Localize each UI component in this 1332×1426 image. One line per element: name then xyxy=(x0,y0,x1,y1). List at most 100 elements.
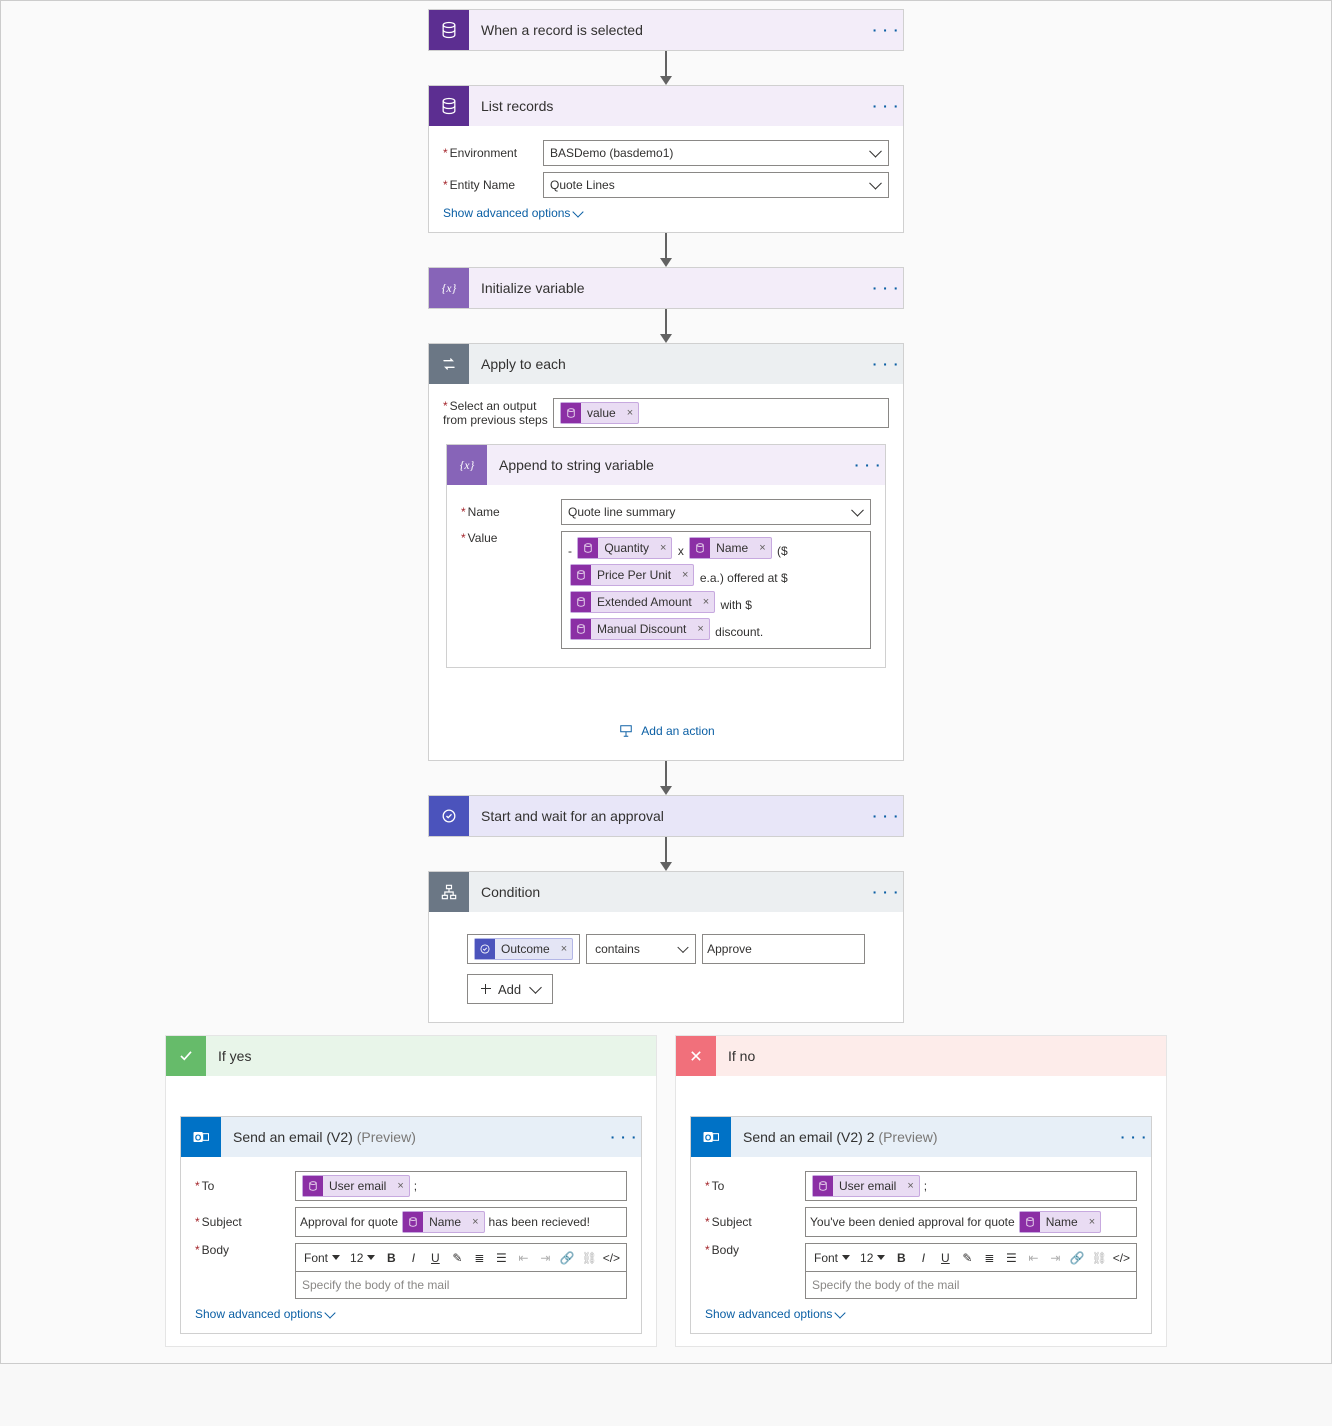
highlight-button[interactable]: ✎ xyxy=(957,1248,977,1268)
indent-button[interactable]: ⇥ xyxy=(535,1248,555,1268)
condition-left-input[interactable]: Outcome× xyxy=(467,934,580,964)
remove-chip-button[interactable]: × xyxy=(754,536,770,560)
link-button[interactable]: 🔗 xyxy=(1067,1248,1087,1268)
code-view-button[interactable]: </> xyxy=(1111,1248,1131,1268)
remove-chip-button[interactable]: × xyxy=(655,536,671,560)
bulleted-list-button[interactable]: ☰ xyxy=(491,1248,511,1268)
select-output-input[interactable]: value × xyxy=(553,398,889,428)
unlink-button[interactable]: ⛓ xyxy=(579,1248,599,1268)
send-email-no-menu-button[interactable]: · · · xyxy=(1117,1129,1151,1145)
append-name-select[interactable]: Quote line summary xyxy=(561,499,871,525)
code-view-button[interactable]: </> xyxy=(601,1248,621,1268)
bulleted-list-button[interactable]: ☰ xyxy=(1001,1248,1021,1268)
to-label: To xyxy=(705,1179,805,1193)
remove-chip-button[interactable]: × xyxy=(392,1180,408,1192)
outcome-token-chip[interactable]: Outcome× xyxy=(474,938,573,960)
italic-button[interactable]: I xyxy=(403,1248,423,1268)
list-records-card[interactable]: List records · · · Environment BASDemo (… xyxy=(428,85,904,233)
show-advanced-options-link[interactable]: Show advanced options xyxy=(705,1307,1137,1321)
outdent-button[interactable]: ⇤ xyxy=(1023,1248,1043,1268)
apply-to-each-menu-button[interactable]: · · · xyxy=(869,356,903,372)
indent-button[interactable]: ⇥ xyxy=(1045,1248,1065,1268)
extended-amount-token-chip[interactable]: Extended Amount× xyxy=(570,591,715,613)
entity-name-select[interactable]: Quote Lines xyxy=(543,172,889,198)
entity-name-label: Entity Name xyxy=(443,178,543,192)
variable-icon xyxy=(447,445,487,485)
trigger-menu-button[interactable]: · · · xyxy=(869,22,903,38)
chevron-down-icon xyxy=(835,1307,846,1318)
name-token-chip[interactable]: Name× xyxy=(1019,1211,1101,1233)
remove-chip-button[interactable]: × xyxy=(677,563,693,587)
font-size-select[interactable]: 12 xyxy=(856,1251,889,1265)
bold-button[interactable]: B xyxy=(891,1248,911,1268)
initialize-variable-card[interactable]: Initialize variable · · · xyxy=(428,267,904,309)
name-token-chip[interactable]: Name× xyxy=(402,1211,484,1233)
if-yes-branch: If yes Send an email (V2) (Preview) · · … xyxy=(165,1035,657,1347)
to-input[interactable]: User email× ; xyxy=(295,1171,627,1201)
connector-arrow-icon xyxy=(659,233,673,267)
remove-chip-button[interactable]: × xyxy=(692,617,708,641)
remove-chip-button[interactable]: × xyxy=(622,407,638,419)
condition-card[interactable]: Condition · · · Outcome× contains Approv… xyxy=(428,871,904,1023)
list-records-menu-button[interactable]: · · · xyxy=(869,98,903,114)
value-token-chip[interactable]: value × xyxy=(560,402,639,424)
show-advanced-options-link[interactable]: Show advanced options xyxy=(195,1307,627,1321)
numbered-list-button[interactable]: ≣ xyxy=(469,1248,489,1268)
bold-button[interactable]: B xyxy=(381,1248,401,1268)
price-per-unit-token-chip[interactable]: Price Per Unit× xyxy=(570,564,694,586)
approval-card[interactable]: Start and wait for an approval · · · xyxy=(428,795,904,837)
if-no-title: If no xyxy=(716,1048,755,1064)
link-button[interactable]: 🔗 xyxy=(557,1248,577,1268)
unlink-button[interactable]: ⛓ xyxy=(1089,1248,1109,1268)
remove-chip-button[interactable]: × xyxy=(902,1180,918,1192)
condition-menu-button[interactable]: · · · xyxy=(869,884,903,900)
font-size-select[interactable]: 12 xyxy=(346,1251,379,1265)
underline-button[interactable]: U xyxy=(935,1248,955,1268)
body-label: Body xyxy=(195,1243,295,1257)
name-token-chip[interactable]: Name× xyxy=(689,537,771,559)
initialize-variable-menu-button[interactable]: · · · xyxy=(869,280,903,296)
to-input[interactable]: User email× ; xyxy=(805,1171,1137,1201)
approval-menu-button[interactable]: · · · xyxy=(869,808,903,824)
connector-arrow-icon xyxy=(659,309,673,343)
user-email-token-chip[interactable]: User email× xyxy=(302,1175,410,1197)
quantity-token-chip[interactable]: Quantity× xyxy=(577,537,672,559)
rte-toolbar[interactable]: Font 12 B I U ✎ ≣ ☰ ⇤ ⇥ 🔗 ⛓ </> xyxy=(295,1243,627,1271)
append-string-variable-card[interactable]: Append to string variable · · · Name Quo… xyxy=(446,444,886,668)
remove-chip-button[interactable]: × xyxy=(1084,1216,1100,1228)
user-email-token-chip[interactable]: User email× xyxy=(812,1175,920,1197)
manual-discount-token-chip[interactable]: Manual Discount× xyxy=(570,618,710,640)
subject-label: Subject xyxy=(705,1215,805,1229)
send-email-no-card[interactable]: Send an email (V2) 2 (Preview) · · · To … xyxy=(690,1116,1152,1334)
body-input[interactable]: Specify the body of the mail xyxy=(295,1271,627,1299)
outdent-button[interactable]: ⇤ xyxy=(513,1248,533,1268)
add-action-button[interactable]: Add an action xyxy=(443,708,889,748)
condition-operator-select[interactable]: contains xyxy=(586,934,696,964)
send-email-yes-menu-button[interactable]: · · · xyxy=(607,1129,641,1145)
remove-chip-button[interactable]: × xyxy=(698,590,714,614)
remove-chip-button[interactable]: × xyxy=(556,943,572,955)
trigger-card[interactable]: When a record is selected · · · xyxy=(428,9,904,51)
append-string-menu-button[interactable]: · · · xyxy=(851,457,885,473)
remove-chip-button[interactable]: × xyxy=(467,1216,483,1228)
highlight-button[interactable]: ✎ xyxy=(447,1248,467,1268)
underline-button[interactable]: U xyxy=(425,1248,445,1268)
body-input[interactable]: Specify the body of the mail xyxy=(805,1271,1137,1299)
font-select[interactable]: Font xyxy=(300,1251,344,1265)
send-email-no-title: Send an email (V2) 2 (Preview) xyxy=(731,1129,1117,1145)
add-condition-button[interactable]: Add xyxy=(467,974,553,1004)
subject-input[interactable]: You've been denied approval for quote Na… xyxy=(805,1207,1137,1237)
condition-right-input[interactable]: Approve xyxy=(702,934,865,964)
show-advanced-options-link[interactable]: Show advanced options xyxy=(443,206,889,220)
append-name-label: Name xyxy=(461,505,561,519)
subject-input[interactable]: Approval for quote Name× has been reciev… xyxy=(295,1207,627,1237)
apply-to-each-card[interactable]: Apply to each · · · Select an output fro… xyxy=(428,343,904,761)
environment-label: Environment xyxy=(443,146,543,160)
numbered-list-button[interactable]: ≣ xyxy=(979,1248,999,1268)
rte-toolbar[interactable]: Font 12 B I U ✎ ≣ ☰ ⇤ ⇥ 🔗 ⛓ </> xyxy=(805,1243,1137,1271)
environment-select[interactable]: BASDemo (basdemo1) xyxy=(543,140,889,166)
send-email-yes-card[interactable]: Send an email (V2) (Preview) · · · To Us… xyxy=(180,1116,642,1334)
append-value-input[interactable]: - Quantity× x Name× ($ Price Per Unit× e… xyxy=(561,531,871,649)
italic-button[interactable]: I xyxy=(913,1248,933,1268)
font-select[interactable]: Font xyxy=(810,1251,854,1265)
